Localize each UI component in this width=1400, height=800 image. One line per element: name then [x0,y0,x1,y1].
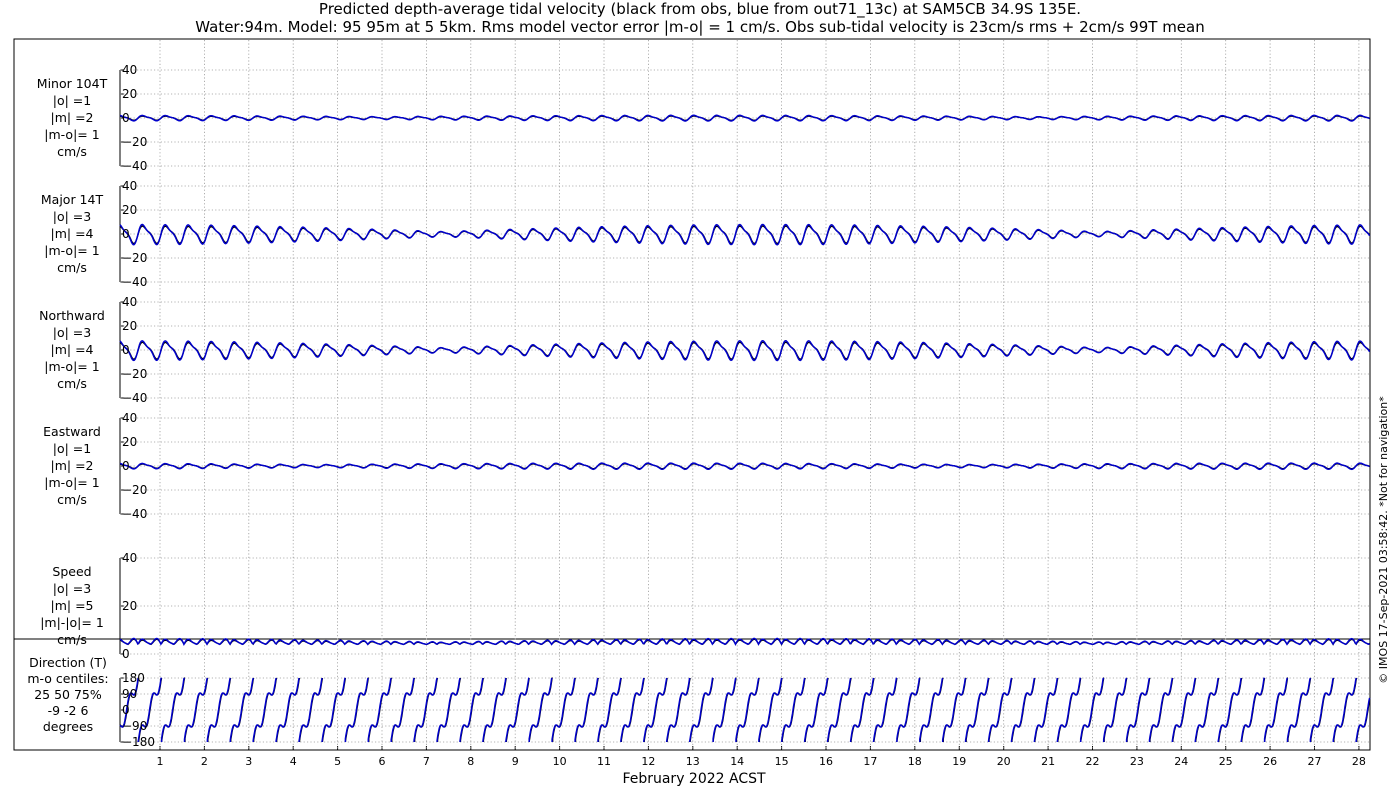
direction-label-line: -9 -2 6 [48,703,89,718]
x-tick-label: 27 [1308,755,1322,768]
direction-label-line: 25 50 75% [34,687,102,702]
x-tick-label: 6 [379,755,386,768]
y-tick-label: 20 [122,435,137,449]
x-tick-label: 14 [730,755,744,768]
obs-series-line [119,225,1371,245]
y-tick-label: 40 [122,411,137,425]
panel-label-line: |m| =5 [51,598,94,613]
x-tick-label: 8 [467,755,474,768]
x-tick-label: 20 [997,755,1011,768]
direction-y-tick-label: −90 [122,719,147,733]
x-axis-label: February 2022 ACST [622,771,766,787]
copyright-note: © IMOS 17-Sep-2021 03:58:42. *Not for na… [1377,396,1390,684]
panel-label-line: Major 14T [41,192,104,207]
direction-label-line: degrees [43,719,93,734]
x-tick-label: 23 [1130,755,1144,768]
x-tick-label: 17 [863,755,877,768]
y-tick-label: 20 [122,319,137,333]
panel-label-line: Minor 104T [37,76,108,91]
y-tick-label: 40 [122,179,137,193]
series-layer [119,114,1371,743]
x-tick-label: 26 [1263,755,1277,768]
panel-label-line: Eastward [43,424,101,439]
direction-y-tick-label: 0 [122,703,130,717]
panel-label-line: |o| =3 [53,209,91,224]
x-tick-label: 28 [1352,755,1366,768]
direction-label-line: Direction (T) [29,655,107,670]
model-series-line [119,339,1371,362]
x-tick-label: 19 [952,755,966,768]
y-tick-label: 0 [122,459,130,473]
x-tick-label: 1 [157,755,164,768]
upper-frame [13,38,1371,640]
x-tick-label: 11 [597,755,611,768]
panel-label-line: |m-o|= 1 [44,475,99,490]
y-tick-label: −40 [122,159,147,173]
x-tick-label: 12 [641,755,655,768]
x-tick-label: 13 [686,755,700,768]
direction-y-tick-label: 90 [122,687,137,701]
x-tick-label: 15 [775,755,789,768]
y-tick-label: −20 [122,483,147,497]
y-tick-label: −20 [122,251,147,265]
panel-label-line: cm/s [57,144,87,159]
y-tick-label: 40 [122,63,137,77]
panel-label-line: |m-o|= 1 [44,243,99,258]
panel-label-line: cm/s [57,376,87,391]
panel-label-line: |m| =2 [51,110,94,125]
panel-label-line: |o| =3 [53,325,91,340]
panel-label-line: |m| =4 [51,226,94,241]
x-tick-label: 9 [512,755,519,768]
x-tick-label: 10 [553,755,567,768]
y-tick-label: 20 [122,203,137,217]
panel-label-line: Speed [52,564,91,579]
y-tick-label: −20 [122,367,147,381]
panel-label-line: cm/s [57,492,87,507]
x-tick-label: 24 [1174,755,1188,768]
panel-label-line: |m| =4 [51,342,94,357]
y-tick-label: 20 [122,599,137,613]
panel-label-line: |m|-|o|= 1 [40,615,104,630]
panel-label-line: |m-o|= 1 [44,359,99,374]
panel-label-line: |o| =1 [53,441,91,456]
x-tick-label: 7 [423,755,430,768]
y-tick-label: −20 [122,135,147,149]
y-tick-label: 20 [122,87,137,101]
panel-label-line: Northward [39,308,105,323]
y-tick-label: −40 [122,275,147,289]
direction-label-line: m-o centiles: [27,671,108,686]
x-tick-label: 4 [290,755,297,768]
x-tick-label: 5 [334,755,341,768]
direction-y-tick-label: −180 [122,735,155,749]
obs-series-line [119,341,1371,360]
panel-label-line: |o| =3 [53,581,91,596]
y-tick-label: 0 [122,111,130,125]
panel-label-line: cm/s [57,632,87,647]
model-series-line [119,223,1371,246]
x-tick-label: 18 [908,755,922,768]
x-tick-label: 25 [1219,755,1233,768]
panel-label-line: |o| =1 [53,93,91,108]
panel-label-line: |m| =2 [51,458,94,473]
label-layer: 1 2 3 4 5 6 7 8 9 10 11 12 13 14 15 16 17 18 19 20 21 22 23 24 2… [27,63,1390,787]
y-tick-label: −40 [122,507,147,521]
x-tick-label: 16 [819,755,833,768]
x-tick-label: 2 [201,755,208,768]
x-tick-label: 3 [245,755,252,768]
direction-y-tick-label: 180 [122,671,145,685]
panel-label-line: |m-o|= 1 [44,127,99,142]
y-tick-label: 0 [122,343,130,357]
panel-label-line: cm/s [57,260,87,275]
y-tick-label: 40 [122,551,137,565]
x-tick-label: 21 [1041,755,1055,768]
y-tick-label: 0 [122,227,130,241]
y-tick-label: 0 [122,647,130,661]
x-tick-label: 22 [1086,755,1100,768]
y-tick-label: 40 [122,295,137,309]
tidal-velocity-chart: 1 2 3 4 5 6 7 8 9 10 11 12 13 14 15 16 17 18 19 20 21 22 23 24 2… [13,38,1390,787]
y-tick-label: −40 [122,391,147,405]
